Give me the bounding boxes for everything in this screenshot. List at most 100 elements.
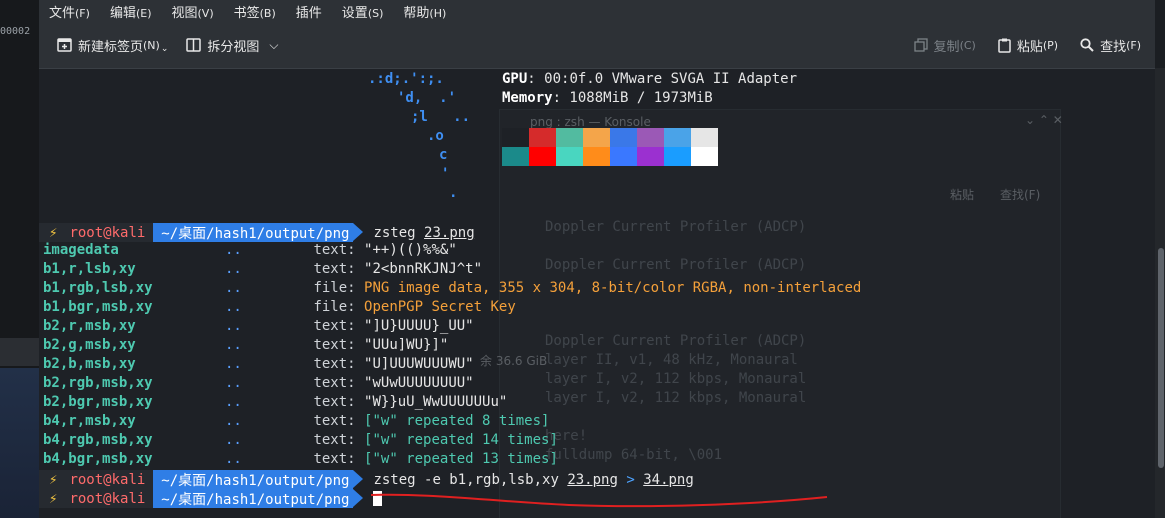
paste-icon xyxy=(998,38,1011,53)
ghost-line: Doppler Current Profiler (ADCP) xyxy=(545,257,807,273)
result-name: b4,r,msb,xy xyxy=(43,413,136,429)
result-row: b2,bgr,msb,xy.. text: "W}}uU_WwUUUUUUu" xyxy=(43,394,507,410)
red-annotation-stroke xyxy=(370,493,828,508)
copy-button[interactable]: 复制 (C) xyxy=(913,36,976,55)
split-view-button[interactable]: 拆分视图 ⌵ xyxy=(186,36,279,55)
result-row: b2,r,msb,xy.. text: "]U}UUUU}_UU" xyxy=(43,318,474,334)
result-value: ["w" repeated 8 times] xyxy=(364,413,550,429)
desktop-fragment-text: 00002 xyxy=(0,26,31,37)
ghost-line: Doppler Current Profiler (ADCP) xyxy=(545,219,807,235)
result-name: b2,b,msb,xy xyxy=(43,356,136,372)
menu-file[interactable]: 文件(F) xyxy=(39,2,100,21)
lightning-icon: ⚡ xyxy=(49,224,58,241)
memory-info-line: Memory: 1088MiB / 1973MiB xyxy=(502,90,713,106)
menu-help[interactable]: 帮助(H) xyxy=(393,2,456,21)
ghost-paste-label: 粘贴 xyxy=(950,188,975,202)
menu-bar: 文件(F) 编辑(E) 视图(V) 书签(B) 插件 设置(S) 帮助(H) xyxy=(39,0,1155,22)
gpu-info-line: GPU: 00:0f.0 VMware SVGA II Adapter xyxy=(502,71,798,87)
result-name: b2,rgb,msb,xy xyxy=(43,375,153,391)
result-value: "UUu]WU}]" xyxy=(364,337,449,353)
paste-button[interactable]: 粘贴 (P) xyxy=(998,36,1058,55)
palette-swatch xyxy=(502,147,529,166)
result-row: b4,r,msb,xy.. text: ["w" repeated 8 time… xyxy=(43,413,549,429)
result-type: text: xyxy=(313,318,356,334)
terminal-scrollbar[interactable] xyxy=(1158,248,1164,468)
terminal-area[interactable]: png : zsh — Konsole ⌄ ⌃ ✕ 粘贴 查找(F) Doppl… xyxy=(39,69,1155,518)
result-type: text: xyxy=(313,356,356,372)
result-dots: .. xyxy=(225,242,242,258)
ghost-line: layer I, v2, 112 kbps, Monaural xyxy=(545,371,807,387)
result-type: text: xyxy=(313,337,356,353)
result-row: b2,rgb,msb,xy.. text: "wUwUUUUUUUU" xyxy=(43,375,474,391)
result-value: "W}}uU_WwUUUUUUu" xyxy=(364,394,508,410)
result-type: text: xyxy=(313,242,356,258)
palette-swatch xyxy=(529,128,556,147)
desktop-panel xyxy=(0,338,39,366)
prompt-user-segment: ⚡ root@kali xyxy=(39,223,154,242)
result-name: b1,rgb,lsb,xy xyxy=(43,280,153,296)
palette-swatch xyxy=(691,147,718,166)
result-dots: .. xyxy=(225,413,242,429)
neofetch-logo-line: 'd, .' xyxy=(397,90,457,106)
split-view-icon xyxy=(186,38,202,52)
result-row: b1,bgr,msb,xy.. file: OpenPGP Secret Key xyxy=(43,299,516,315)
palette-swatch xyxy=(583,147,610,166)
result-type: text: xyxy=(313,432,356,448)
menu-plugins[interactable]: 插件 xyxy=(286,2,332,21)
prompt-user-segment: ⚡ root@kali xyxy=(39,470,154,489)
palette-swatch xyxy=(610,147,637,166)
palette-swatch xyxy=(691,128,718,147)
ghost-find-label: 查找(F) xyxy=(1000,188,1041,202)
result-value: PNG image data, 355 x 304, 8-bit/color R… xyxy=(364,280,862,296)
background-konsole-window: png : zsh — Konsole ⌄ ⌃ ✕ 粘贴 查找(F) Doppl… xyxy=(480,109,1063,518)
result-type: file: xyxy=(313,299,356,315)
prompt-line-2: ⚡ root@kali ~/桌面/hash1/output/png zsteg -… xyxy=(39,470,694,489)
menu-edit[interactable]: 编辑(E) xyxy=(100,2,162,21)
result-value: "U]UUUWUUUWU" xyxy=(364,356,474,372)
palette-swatch xyxy=(529,147,556,166)
palette-swatch xyxy=(610,128,637,147)
menu-bookmarks[interactable]: 书签(B) xyxy=(224,2,286,21)
neofetch-logo-line: . xyxy=(449,185,458,201)
copy-icon xyxy=(913,38,928,52)
result-name: b2,g,msb,xy xyxy=(43,337,136,353)
result-dots: .. xyxy=(225,280,242,296)
prompt-user-segment: ⚡ root@kali xyxy=(39,489,154,508)
prompt-path-segment: ~/桌面/hash1/output/png xyxy=(153,489,364,508)
palette-swatch xyxy=(556,128,583,147)
lightning-icon: ⚡ xyxy=(49,490,58,507)
result-dots: .. xyxy=(225,432,242,448)
result-type: file: xyxy=(313,280,356,296)
result-dots: .. xyxy=(225,318,242,334)
result-type: text: xyxy=(313,261,356,277)
prompt-path-segment: ~/桌面/hash1/output/png xyxy=(153,223,364,242)
ghost-window-title: png : zsh — Konsole xyxy=(530,115,651,129)
result-name: b2,r,msb,xy xyxy=(43,318,136,334)
result-type: text: xyxy=(313,413,356,429)
menu-settings[interactable]: 设置(S) xyxy=(332,2,394,21)
result-dots: .. xyxy=(225,394,242,410)
ghost-line: Doppler Current Profiler (ADCP) xyxy=(545,333,807,349)
palette-swatch xyxy=(637,128,664,147)
command-text: zsteg -e b1,rgb,lsb,xy 23.png > 34.png xyxy=(373,471,694,488)
command-text: zsteg 23.png xyxy=(373,224,475,241)
new-tab-button[interactable]: 新建标签页 (N) ⌄ xyxy=(57,36,168,55)
result-name: b2,bgr,msb,xy xyxy=(43,394,153,410)
lightning-icon: ⚡ xyxy=(49,471,58,488)
result-value: ["w" repeated 13 times] xyxy=(364,451,558,467)
result-name: b4,rgb,msb,xy xyxy=(43,432,153,448)
menu-view[interactable]: 视图(V) xyxy=(162,2,224,21)
palette-swatch xyxy=(664,128,691,147)
neofetch-logo-line: ;l .. xyxy=(411,109,471,125)
result-value: "wUwUUUUUUUU" xyxy=(364,375,474,391)
result-row: b2,g,msb,xy.. text: "UUu]WU}]" xyxy=(43,337,448,353)
palette-swatch xyxy=(556,147,583,166)
result-row: b4,bgr,msb,xy.. text: ["w" repeated 13 t… xyxy=(43,451,558,467)
result-value: "2<bnnRKJNJ^t" xyxy=(364,261,483,277)
neofetch-logo-line: ' xyxy=(441,166,450,182)
result-value: "++)(()%%&" xyxy=(364,242,457,258)
toolbar: 新建标签页 (N) ⌄ 拆分视图 ⌵ 复制 (C) 粘贴 (P) 查找 (F) xyxy=(39,22,1155,69)
result-type: text: xyxy=(313,451,356,467)
neofetch-logo-line: .:d;.':;. xyxy=(368,71,444,87)
find-button[interactable]: 查找 (F) xyxy=(1080,36,1141,55)
